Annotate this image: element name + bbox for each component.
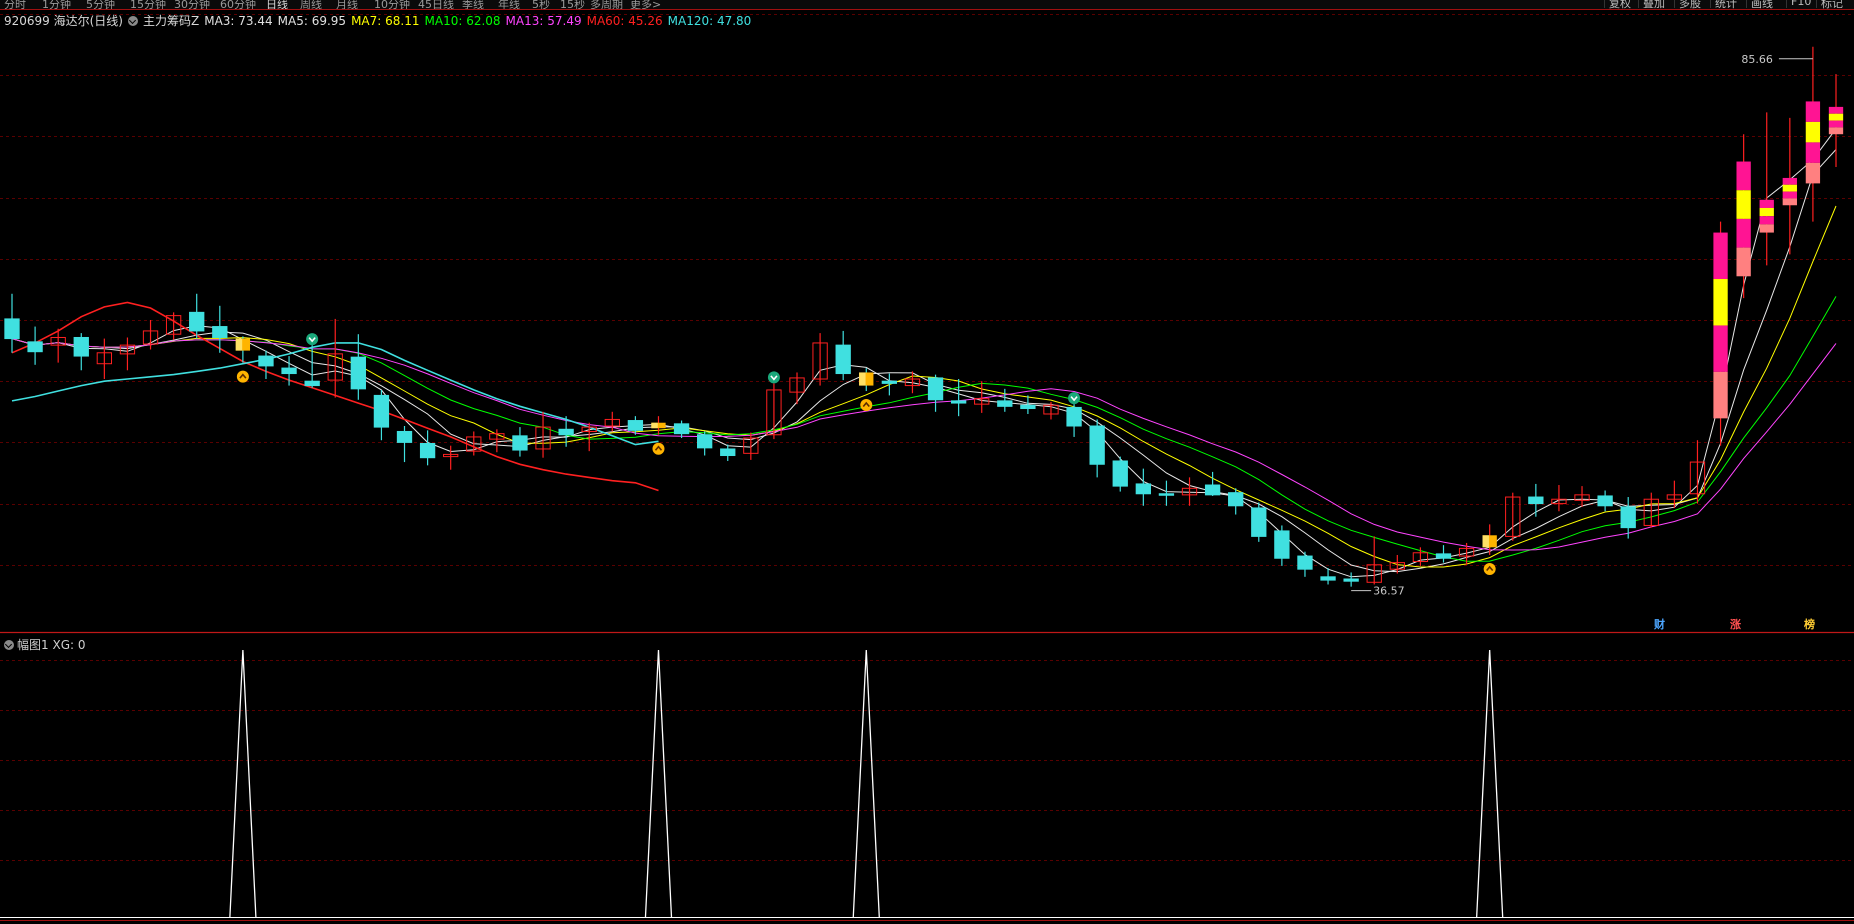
sub-indicator-dropdown-icon[interactable] bbox=[4, 640, 14, 650]
buy-signal-icon[interactable] bbox=[860, 399, 873, 412]
candle-body[interactable] bbox=[373, 394, 390, 428]
candle-body[interactable] bbox=[950, 400, 967, 404]
explosive-candle-body[interactable] bbox=[1805, 162, 1821, 184]
candle-body[interactable] bbox=[1251, 507, 1267, 537]
candle-body[interactable] bbox=[1528, 496, 1544, 505]
xg-spike-3 bbox=[1476, 649, 1504, 918]
candle-body[interactable] bbox=[1135, 483, 1151, 495]
explosive-candle-body[interactable] bbox=[1713, 325, 1728, 372]
explosive-candle-body[interactable] bbox=[1828, 120, 1844, 128]
candle-body[interactable] bbox=[927, 377, 944, 401]
candle-body[interactable] bbox=[1089, 425, 1105, 465]
candle-body[interactable] bbox=[1343, 578, 1359, 582]
ma7-line bbox=[11, 205, 1837, 568]
explosive-candle-body[interactable] bbox=[1713, 371, 1728, 419]
candle-body[interactable] bbox=[1066, 406, 1082, 427]
explosive-candle-body[interactable] bbox=[1805, 142, 1821, 163]
explosive-candle-body[interactable] bbox=[1759, 207, 1774, 217]
event-tag-1[interactable]: 涨 bbox=[1730, 616, 1741, 632]
candle-body[interactable] bbox=[627, 420, 644, 431]
explosive-candle-body[interactable] bbox=[1782, 198, 1797, 206]
explosive-candle-body[interactable] bbox=[1736, 247, 1751, 277]
xg-spike-2 bbox=[852, 649, 880, 918]
signal-candle-highlight bbox=[235, 338, 243, 351]
sub-chart-title[interactable]: 幅图1 bbox=[17, 638, 49, 652]
sell-signal-icon[interactable] bbox=[1068, 392, 1081, 405]
explosive-candle-body[interactable] bbox=[1782, 184, 1797, 192]
buy-signal-icon[interactable] bbox=[236, 370, 249, 383]
sub-chart-legend: 幅图1 XG: 0 bbox=[4, 636, 85, 653]
explosive-candle-body[interactable] bbox=[1805, 101, 1821, 122]
candle-body[interactable] bbox=[997, 400, 1013, 407]
candle-body[interactable] bbox=[212, 326, 228, 338]
buy-signal-icon[interactable] bbox=[1483, 562, 1496, 575]
candle-body[interactable] bbox=[1620, 506, 1636, 529]
explosive-candle-body[interactable] bbox=[1828, 106, 1844, 114]
candle-body[interactable] bbox=[1112, 460, 1128, 487]
signal-candle-highlight bbox=[1482, 535, 1489, 548]
candle-body[interactable] bbox=[1274, 530, 1290, 559]
explosive-candle-body[interactable] bbox=[1828, 113, 1844, 121]
candle-body[interactable] bbox=[1297, 555, 1313, 570]
candle-body[interactable] bbox=[881, 380, 898, 384]
candle-body[interactable] bbox=[1435, 553, 1452, 559]
kline-chart[interactable]: 85.66 36.57 bbox=[0, 0, 1854, 924]
candle-body[interactable] bbox=[281, 367, 297, 375]
candle-body[interactable] bbox=[1020, 404, 1036, 410]
xg-value: XG: 0 bbox=[52, 638, 86, 652]
candle-body[interactable] bbox=[1597, 495, 1613, 507]
signal-candle-highlight bbox=[859, 372, 866, 386]
xg-spike-1 bbox=[644, 649, 673, 918]
explosive-candle-body[interactable] bbox=[1828, 127, 1844, 135]
explosive-candle-body[interactable] bbox=[1713, 232, 1728, 280]
candle-body[interactable] bbox=[350, 356, 366, 390]
candle-body[interactable] bbox=[720, 448, 736, 457]
candle-body[interactable] bbox=[558, 428, 574, 436]
ma5-line bbox=[11, 149, 1837, 573]
explosive-candle-body[interactable] bbox=[1782, 191, 1797, 199]
candle-body[interactable] bbox=[4, 318, 20, 340]
explosive-candle-body[interactable] bbox=[1782, 177, 1797, 185]
explosive-candle-body[interactable] bbox=[1736, 190, 1751, 219]
candle-body[interactable] bbox=[1228, 492, 1244, 507]
sell-signal-icon[interactable] bbox=[767, 371, 780, 384]
candle-body[interactable] bbox=[1320, 576, 1336, 581]
sell-signal-icon[interactable] bbox=[306, 333, 319, 346]
candle-body[interactable] bbox=[673, 423, 690, 435]
candle-body[interactable] bbox=[73, 336, 89, 357]
candle-body[interactable] bbox=[189, 311, 205, 332]
max-price-label: 85.66 bbox=[1741, 53, 1773, 66]
min-price-label: 36.57 bbox=[1373, 585, 1405, 598]
candle-body[interactable] bbox=[27, 341, 43, 353]
ma3-line bbox=[11, 128, 1837, 578]
candle-body[interactable] bbox=[258, 355, 274, 367]
explosive-candle-body[interactable] bbox=[1759, 216, 1774, 225]
event-tag-0[interactable]: 财 bbox=[1654, 616, 1665, 632]
event-tag-2[interactable]: 榜 bbox=[1804, 616, 1815, 632]
explosive-candle-body[interactable] bbox=[1736, 161, 1751, 191]
xg-spike-0 bbox=[229, 649, 257, 918]
candle-body[interactable] bbox=[396, 430, 413, 443]
candle-body[interactable] bbox=[697, 434, 713, 449]
explosive-candle-body[interactable] bbox=[1805, 121, 1821, 143]
explosive-candle-body[interactable] bbox=[1736, 218, 1751, 248]
candle-body[interactable] bbox=[419, 442, 436, 459]
explosive-candle-body[interactable] bbox=[1713, 279, 1728, 326]
explosive-candle-body[interactable] bbox=[1759, 224, 1774, 233]
candle-body[interactable] bbox=[1204, 484, 1221, 496]
ma10-line bbox=[11, 296, 1837, 562]
candle-body[interactable] bbox=[304, 380, 320, 387]
candle-body[interactable] bbox=[835, 344, 851, 375]
explosive-candle-body[interactable] bbox=[1759, 199, 1774, 208]
buy-signal-icon[interactable] bbox=[652, 442, 665, 455]
signal-candle-highlight bbox=[651, 422, 658, 429]
candle-body[interactable] bbox=[1158, 493, 1175, 496]
candle-body[interactable] bbox=[512, 435, 528, 451]
